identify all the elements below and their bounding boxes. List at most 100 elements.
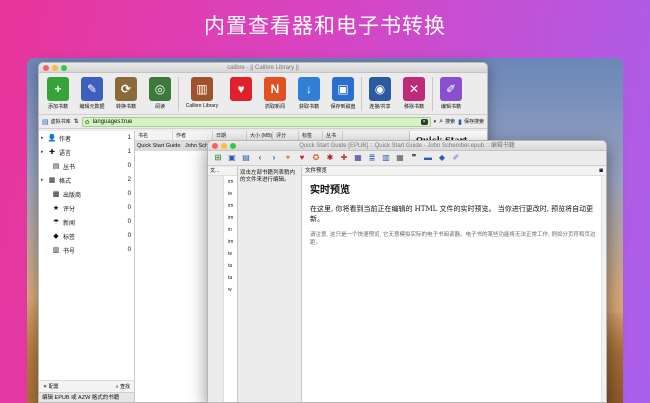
checkpoint-icon[interactable]: ▬ (423, 153, 433, 163)
spellcheck-icon[interactable]: ✚ (339, 153, 349, 163)
find-button[interactable]: ⌕ 查找 (116, 383, 130, 390)
tag-category-count: 1 (127, 135, 131, 141)
file-list-item[interactable]: te (208, 248, 237, 260)
file-list-item[interactable]: in (208, 224, 237, 236)
edit-icon[interactable]: ✐ (451, 153, 461, 163)
table-icon[interactable]: ▦ (395, 153, 405, 163)
tag-category[interactable]: ▸ ▦ 格式 2 (39, 173, 134, 187)
column-header[interactable]: 日期 (213, 131, 247, 140)
tag-category[interactable]: ☂ 新闻 0 (39, 215, 134, 229)
toolbar-button-label: Calibre Library (185, 103, 219, 109)
editor-help-text: 双击左部书籍列表稍内的文件来进行编辑。 (240, 170, 296, 183)
file-list-item[interactable]: w (208, 284, 237, 296)
editor-help-panel: 双击左部书籍列表稍内的文件来进行编辑。 (238, 167, 302, 402)
file-preview-panel: 文件预览 ◙ 实时预览 在这里, 你将看到当前正在编辑的 HTML 文件的实时预… (302, 167, 606, 402)
tag-list: ▸ 👤 作者 1 ▸ ✚ 语言 1 ▤ 丛书 0 ▸ ▦ 格式 2 ▩ 出版商 0 ★ 评分 0 ☂ 新闻 0 ◆ 标签 0 ▥ 书号 0 (39, 131, 134, 257)
toolbar-button[interactable]: ✐ 编辑书籍 (434, 77, 468, 110)
file-list-item[interactable]: ta (208, 260, 237, 272)
main-titlebar: calibre - || Calibre Library || (39, 63, 487, 73)
tag-category[interactable]: ▤ 丛书 0 (39, 159, 134, 173)
configure-button[interactable]: ✕ 配置 (43, 383, 59, 390)
toolbar-button[interactable]: N 抓取新闻 (258, 77, 292, 110)
heart-icon[interactable]: ♥ (297, 153, 307, 163)
preview-header: 文件预览 ◙ (302, 167, 606, 176)
toolbar-button[interactable]: ⟳ 转换书籍 (109, 77, 143, 110)
bug-icon[interactable]: ✱ (325, 153, 335, 163)
viewer-toolbar: ⊞ ▣ ▤ ‹ › ✦ ♥ ✪ ✱ ✚ ▦ ≣ ▥ ▦ ❞ ▬ ◆ ✐ (208, 151, 606, 166)
search-input[interactable]: ✿ languages:true × (81, 116, 431, 128)
toolbar-button[interactable]: ◉ 连接/共享 (363, 77, 397, 110)
tag-category-count: 0 (127, 163, 131, 169)
close-panel-icon[interactable]: ◙ (599, 167, 603, 176)
viewer-title: Quick Start Guide [EPUB] :: Quick Start … (299, 143, 515, 149)
eraser-icon[interactable]: ◆ (437, 153, 447, 163)
back-icon[interactable]: ‹ (255, 153, 265, 163)
tag-category[interactable]: ◆ 标签 0 (39, 229, 134, 243)
sort-icon[interactable]: ⇅ (74, 118, 79, 125)
tag-category-count: 2 (127, 177, 131, 183)
toolbar-button[interactable]: + 添加书籍 (41, 77, 75, 110)
import-icon[interactable]: ▣ (227, 153, 237, 163)
column-header[interactable]: 大小 (MB) (247, 131, 273, 140)
gear-icon[interactable]: ✿ (85, 119, 90, 128)
close-icon[interactable] (43, 65, 49, 71)
column-header[interactable]: 作者 (173, 131, 213, 140)
zoom-icon[interactable] (230, 143, 236, 149)
format-icon: ▦ (48, 177, 56, 184)
tag-category[interactable]: ▸ 👤 作者 1 (39, 131, 134, 145)
new-file-icon[interactable]: ⊞ (213, 153, 223, 163)
search-dropdown-icon[interactable]: ▾ (434, 119, 437, 125)
saved-search-button[interactable]: ▮ 保存搜索 (458, 118, 484, 126)
forward-icon[interactable]: › (269, 153, 279, 163)
saved-search-label: 保存搜索 (463, 119, 484, 125)
configure-label: 配置 (48, 384, 59, 390)
tag-category[interactable]: ▥ 书号 0 (39, 243, 134, 257)
quote-icon[interactable]: ❞ (409, 153, 419, 163)
toolbar-button[interactable]: ▥ Calibre Library (180, 77, 224, 109)
toolbar-button-label: 获取书籍 (298, 104, 319, 110)
column-header[interactable]: 丛书 (323, 131, 343, 140)
minimize-icon[interactable] (221, 143, 227, 149)
file-list-item[interactable]: im (208, 176, 237, 188)
tag-category-label: 标签 (63, 234, 76, 241)
preview-heading: 实时预览 (310, 185, 350, 196)
zoom-icon[interactable] (61, 65, 67, 71)
toolbar-button[interactable]: ◎ 阅读 (143, 77, 177, 110)
search-query: languages:true (92, 118, 133, 125)
toolbar-button[interactable]: ↓ 获取书籍 (292, 77, 326, 110)
tag-browser-footer: ✕ 配置 ⌕ 查找 (39, 380, 134, 392)
magic-wand-icon[interactable]: ✦ (283, 153, 293, 163)
toolbar-button[interactable]: ♥ (224, 77, 258, 103)
minimize-icon[interactable] (52, 65, 58, 71)
column-header[interactable]: 书名 (135, 131, 173, 140)
column-header[interactable]: 标签 (299, 131, 323, 140)
book-icon[interactable]: ▥ (381, 153, 391, 163)
toolbar-button-label: 移除书籍 (403, 104, 424, 110)
window-title: calibre - || Calibre Library || (227, 65, 299, 71)
toolbar-button[interactable]: ✎ 编辑元数据 (75, 77, 109, 110)
lifebuoy-icon[interactable]: ✪ (311, 153, 321, 163)
toolbar-button[interactable]: ✕ 移除书籍 (397, 77, 431, 110)
tag-category[interactable]: ★ 评分 0 (39, 201, 134, 215)
file-list-item[interactable]: te (208, 188, 237, 200)
tag-category-label: 评分 (63, 206, 76, 213)
column-header[interactable]: 评分 (273, 131, 299, 140)
tag-category[interactable]: ▩ 出版商 0 (39, 187, 134, 201)
file-list-item[interactable]: im (208, 212, 237, 224)
bookmark-icon: ▮ (458, 118, 462, 126)
fetch-news-icon: N (264, 77, 286, 101)
tag-category[interactable]: ▸ ✚ 语言 1 (39, 145, 134, 159)
report-icon[interactable]: ▦ (353, 153, 363, 163)
file-list-item[interactable]: im (208, 236, 237, 248)
clear-search-icon[interactable]: × (420, 118, 428, 125)
search-button[interactable]: ⌕ 搜索 (439, 118, 455, 126)
toc-icon[interactable]: ≣ (367, 153, 377, 163)
heart-icon: ♥ (230, 77, 252, 101)
file-list-item[interactable]: ta (208, 272, 237, 284)
close-icon[interactable] (212, 143, 218, 149)
preview-scrollbar[interactable] (601, 176, 606, 402)
virtual-library-button[interactable]: ▤ 虚拟书库 (42, 118, 71, 126)
save-icon[interactable]: ▤ (241, 153, 251, 163)
toolbar-button[interactable]: ▣ 保存到磁盘 (326, 77, 360, 110)
file-list-item[interactable]: im (208, 200, 237, 212)
